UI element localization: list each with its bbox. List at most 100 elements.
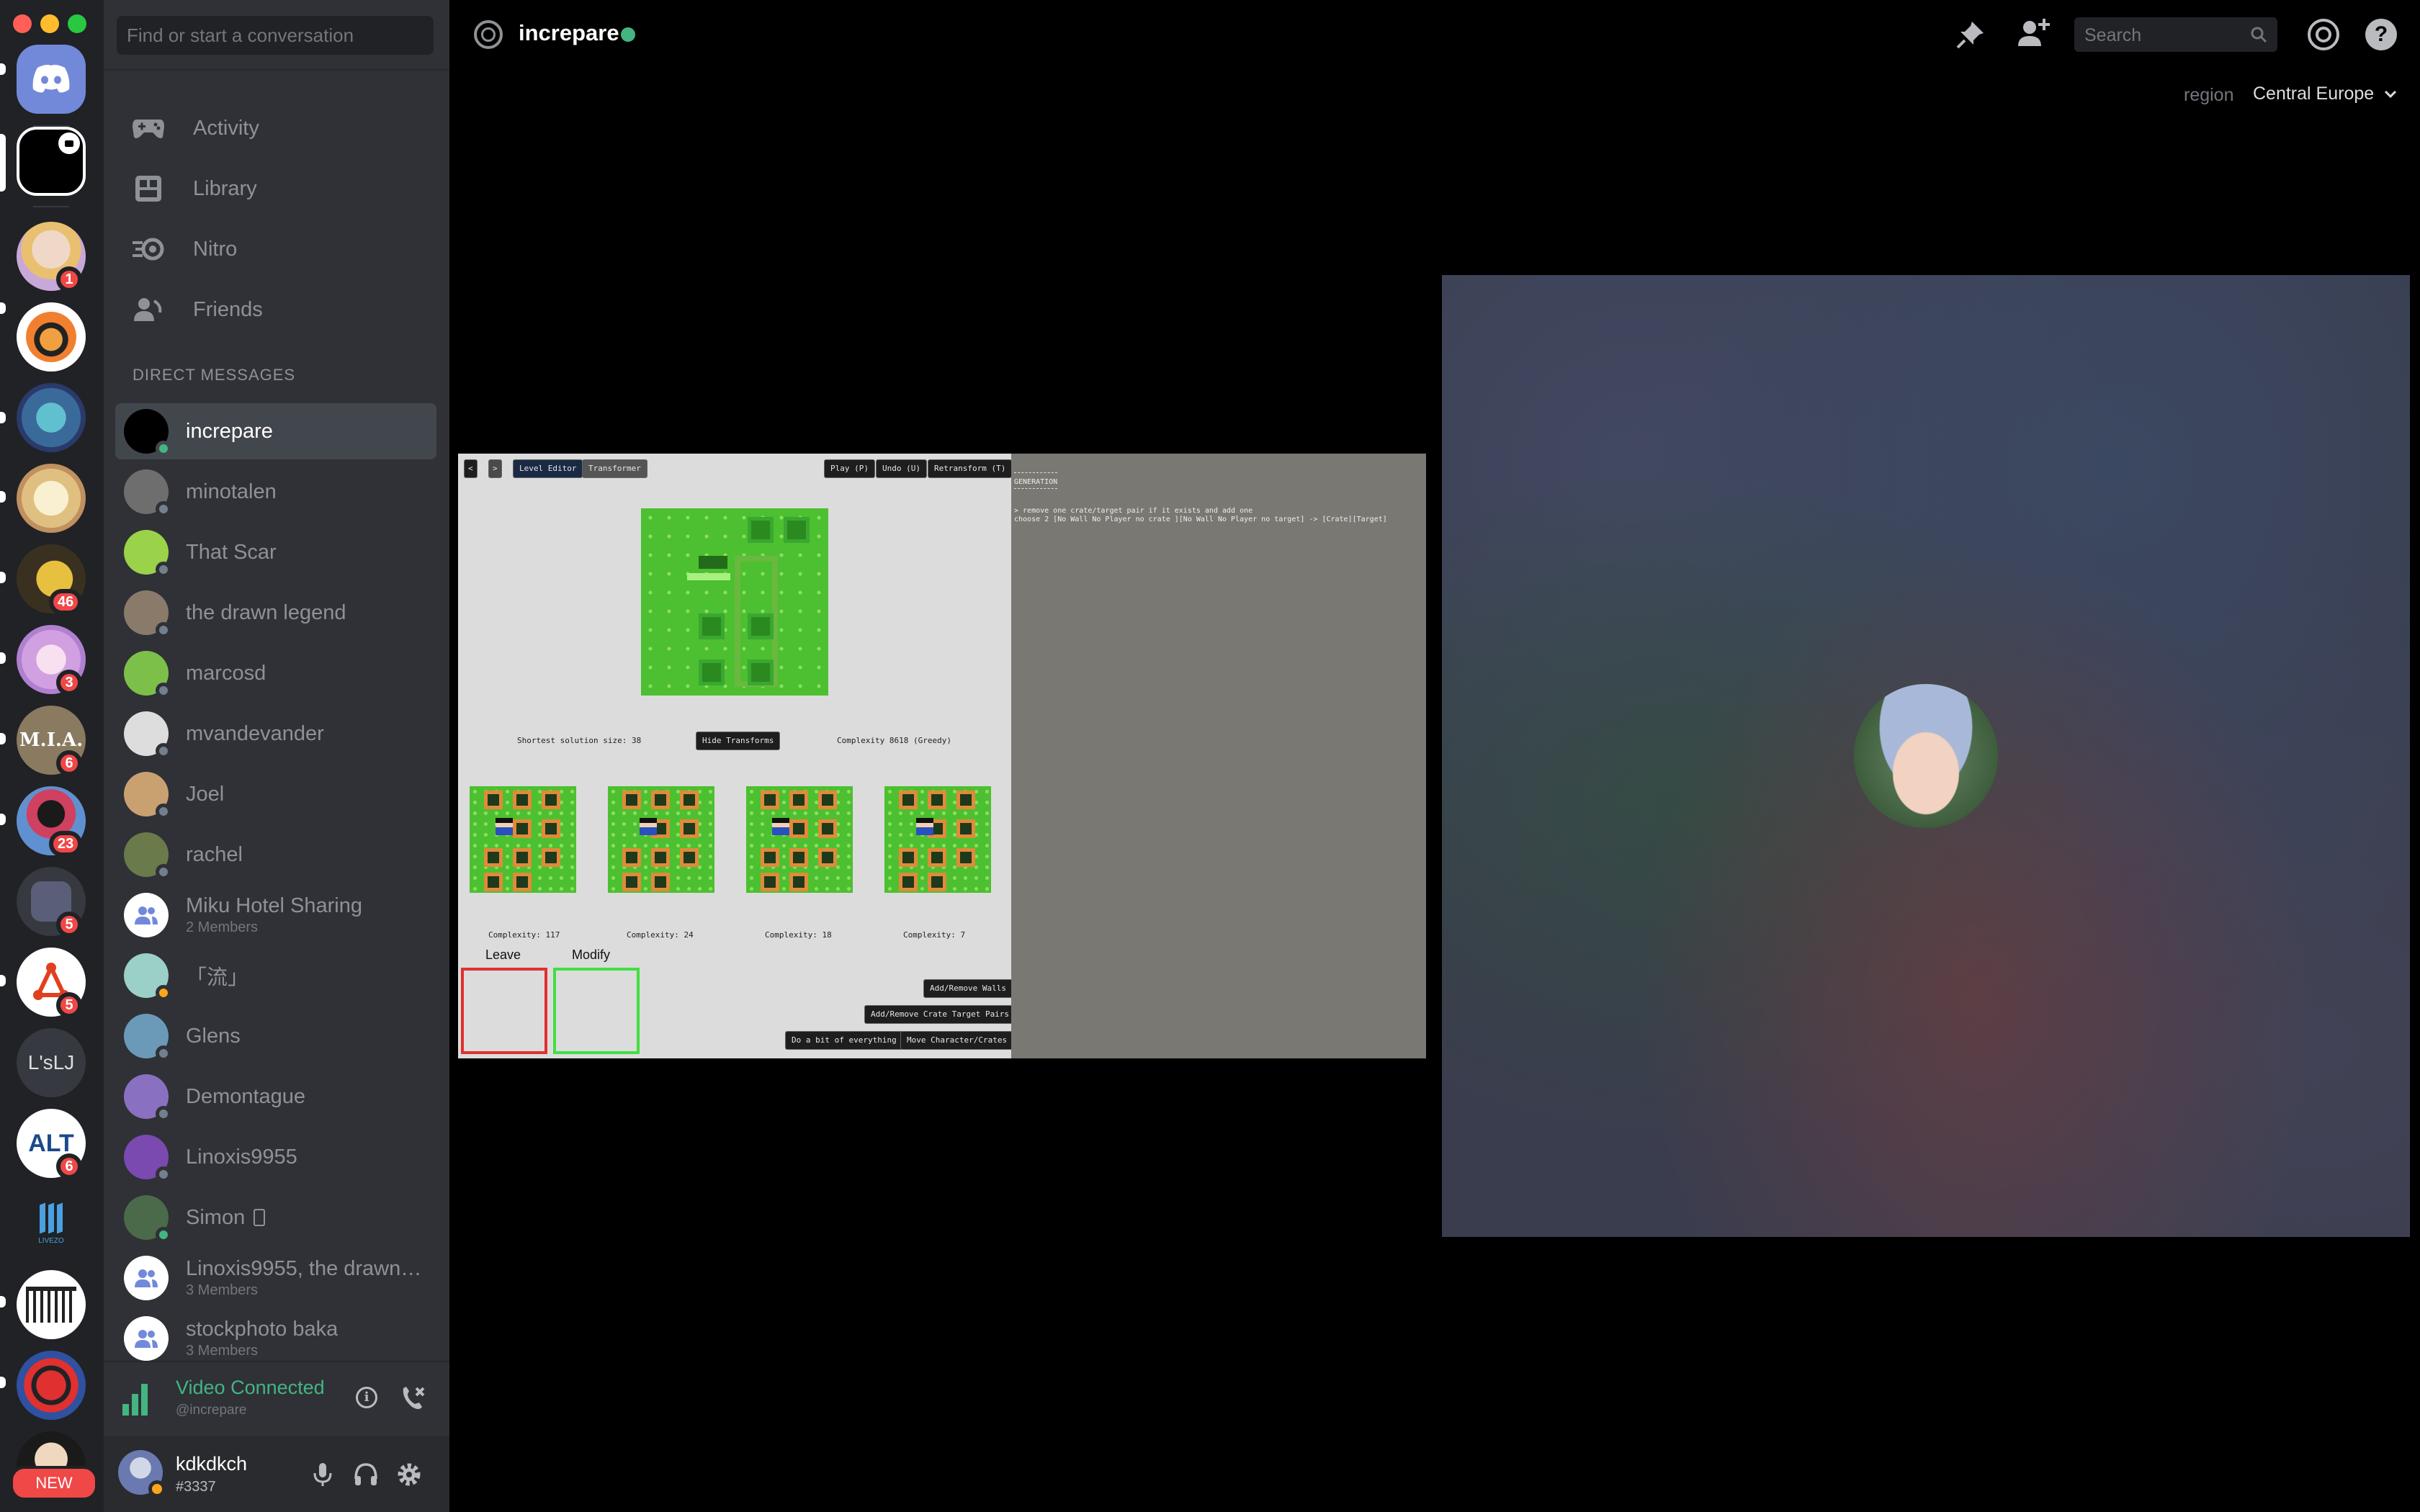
- server-icon-text: L'sLJ: [27, 1051, 75, 1074]
- screen-share-stream[interactable]: < > Level Editor Transformer Play (P) Un…: [458, 454, 1426, 1058]
- unread-badge: 6: [56, 1153, 82, 1179]
- status-dot: [156, 441, 171, 456]
- maximize-window-button[interactable]: [68, 14, 86, 33]
- voice-connection-panel: Video Connected @increpare i: [104, 1361, 449, 1437]
- complexity-label: Complexity: 7: [903, 930, 966, 940]
- dm-item[interactable]: Joel: [115, 766, 436, 822]
- server-icon[interactable]: L'sLJ: [17, 1028, 86, 1097]
- settings-gear-icon[interactable]: [395, 1460, 424, 1489]
- add-remove-crate-target-button[interactable]: Add/Remove Crate Target Pairs: [864, 1005, 1016, 1024]
- retransform-button[interactable]: Retransform (T): [928, 459, 1013, 478]
- play-button[interactable]: Play (P): [824, 459, 875, 478]
- gamepad-icon: [128, 108, 169, 148]
- do-a-bit-button[interactable]: Do a bit of everything: [785, 1031, 903, 1050]
- avatar: [124, 1014, 171, 1061]
- divider: [104, 69, 449, 71]
- dm-item[interactable]: rachel: [115, 827, 436, 883]
- transform-thumbnail[interactable]: [884, 786, 991, 893]
- dm-item[interactable]: Miku Hotel Sharing 2 Members: [115, 887, 436, 943]
- unread-badge: 3: [56, 670, 82, 696]
- status-dot: [156, 683, 171, 698]
- dm-item[interactable]: 「流」: [115, 948, 436, 1004]
- dm-item[interactable]: the drawn legend: [115, 585, 436, 641]
- nav-activity[interactable]: Activity: [114, 101, 438, 156]
- dm-name: Joel: [186, 782, 225, 806]
- server-icon[interactable]: LIVEZO: [17, 1189, 86, 1259]
- avatar: [124, 772, 171, 819]
- connection-info-icon[interactable]: i: [356, 1387, 377, 1408]
- undo-button[interactable]: Undo (U): [876, 459, 927, 478]
- dm-item[interactable]: minotalen: [115, 464, 436, 520]
- close-window-button[interactable]: [13, 14, 32, 33]
- dm-name: Miku Hotel Sharing: [186, 894, 362, 917]
- dm-sidebar: Activity Library Nitro Friends DIRECT ME…: [104, 0, 449, 1512]
- nav-label: Library: [193, 176, 257, 200]
- headphones-icon[interactable]: [351, 1460, 380, 1489]
- find-conversation-input[interactable]: [117, 16, 434, 55]
- add-remove-walls-button[interactable]: Add/Remove Walls: [923, 979, 1013, 998]
- next-level-button[interactable]: >: [488, 459, 502, 478]
- dm-item[interactable]: That Scar: [115, 524, 436, 580]
- chevron-down-icon: [2384, 88, 2397, 101]
- dm-member-count: 3 Members: [186, 1343, 259, 1359]
- unread-pill: [0, 491, 6, 503]
- unread-badge: 1: [56, 266, 82, 292]
- dm-item[interactable]: Linoxis9955, the drawn ... 3 Members: [115, 1250, 436, 1306]
- server-icon[interactable]: [17, 1351, 86, 1420]
- dm-item[interactable]: Demontague: [115, 1068, 436, 1125]
- unread-badge: 5: [56, 992, 82, 1018]
- dm-name: increpare: [186, 419, 273, 443]
- dm-item[interactable]: Linoxis9955: [115, 1129, 436, 1185]
- level-editor-button[interactable]: Level Editor: [513, 459, 583, 478]
- minimize-window-button[interactable]: [40, 14, 59, 33]
- help-icon[interactable]: ?: [2365, 19, 2397, 50]
- prev-level-button[interactable]: <: [464, 459, 478, 478]
- dm-item[interactable]: Glens: [115, 1008, 436, 1064]
- move-character-button[interactable]: Move Character/Crates: [900, 1031, 1014, 1050]
- transform-thumbnail[interactable]: [470, 786, 576, 893]
- dm-name: Demontague: [186, 1084, 306, 1108]
- game-editor-pane: < > Level Editor Transformer Play (P) Un…: [458, 454, 1016, 1058]
- nitro-icon: [128, 229, 169, 269]
- hide-transforms-button[interactable]: Hide Transforms: [696, 732, 781, 750]
- camera-video-tile[interactable]: [1442, 275, 2410, 1237]
- nav-friends[interactable]: Friends: [114, 282, 438, 337]
- player-sprite: [496, 818, 513, 835]
- complexity-label: Complexity: 24: [627, 930, 694, 940]
- discord-logo-icon: [32, 65, 70, 93]
- disconnect-icon[interactable]: [398, 1384, 426, 1413]
- nav-library[interactable]: Library: [114, 161, 438, 216]
- dm-item[interactable]: stockphoto baka 3 Members: [115, 1310, 436, 1367]
- home-button[interactable]: [17, 45, 86, 114]
- transformer-button[interactable]: Transformer: [582, 459, 647, 478]
- leave-drop-zone[interactable]: [461, 968, 547, 1054]
- unread-badge: 46: [49, 589, 83, 615]
- transform-thumbnail[interactable]: [608, 786, 714, 893]
- signal-strength-icon[interactable]: [122, 1384, 148, 1416]
- dm-item[interactable]: increpare: [115, 403, 436, 459]
- pin-icon[interactable]: [1955, 19, 1986, 50]
- dm-item[interactable]: mvandevander: [115, 706, 436, 762]
- friends-wave-icon: [128, 289, 169, 330]
- dm-item[interactable]: marcosd: [115, 645, 436, 701]
- dm-item[interactable]: Simon: [115, 1189, 436, 1246]
- modify-drop-zone[interactable]: [553, 968, 640, 1054]
- voice-status[interactable]: Video Connected: [176, 1377, 325, 1399]
- server-icon[interactable]: [17, 302, 86, 372]
- status-dot: [156, 864, 171, 880]
- status-dot: [156, 985, 171, 1001]
- server-icon-active-call[interactable]: [17, 127, 86, 196]
- microphone-icon[interactable]: [308, 1460, 337, 1489]
- transform-thumbnail[interactable]: [746, 786, 853, 893]
- nav-nitro[interactable]: Nitro: [114, 222, 438, 276]
- dm-name: the drawn legend: [186, 600, 346, 624]
- avatar: [124, 1074, 171, 1122]
- server-icon[interactable]: [17, 383, 86, 452]
- add-friend-to-dm-icon[interactable]: [2017, 16, 2051, 50]
- server-icon[interactable]: [17, 464, 86, 533]
- search-box[interactable]: Search: [2074, 17, 2277, 52]
- mentions-icon[interactable]: [2308, 19, 2339, 50]
- dm-name: rachel: [186, 842, 243, 866]
- server-icon[interactable]: [17, 1270, 86, 1339]
- region-select[interactable]: Central Europe: [2253, 84, 2397, 104]
